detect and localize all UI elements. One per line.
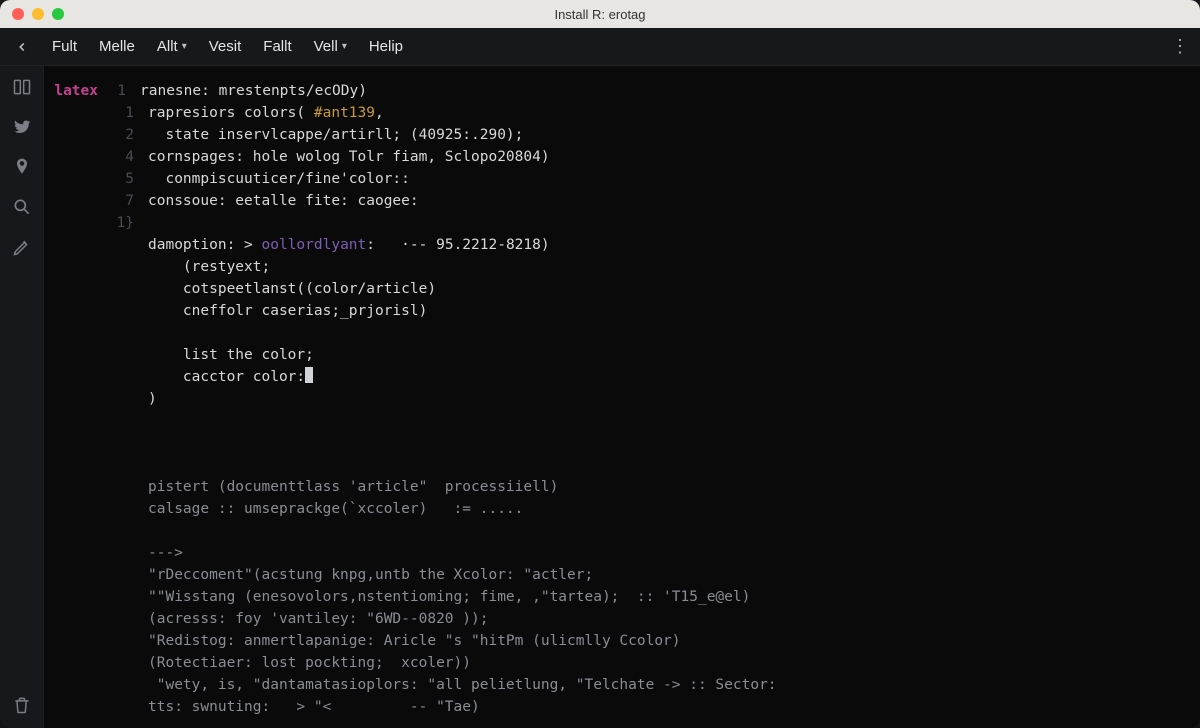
code-line: tts: swnuting: > "< -- "Tae) bbox=[44, 696, 1200, 718]
blank-line bbox=[44, 432, 1200, 454]
menu-label: Melle bbox=[99, 38, 135, 55]
line-number: 5 bbox=[44, 168, 148, 190]
app-window: Install R: erotag Fult Melle Allt ▾ Vesit… bbox=[0, 0, 1200, 728]
menu-vesit[interactable]: Vesit bbox=[205, 36, 246, 57]
code-line: "wety, is, "dantamatasioplors: "all peli… bbox=[44, 674, 1200, 696]
overflow-menu-button[interactable]: ⋮ bbox=[1171, 36, 1190, 57]
code-text: (acresss: foy 'vantiley: "6WD--0820 )); bbox=[148, 608, 1200, 630]
code-line: (acresss: foy 'vantiley: "6WD--0820 )); bbox=[44, 608, 1200, 630]
code-line: 7conssoue: eetalle fite: caogee: bbox=[44, 190, 1200, 212]
code-line: "rDeccoment"(acstung knpg,untb the Xcolo… bbox=[44, 564, 1200, 586]
body: latex 1 ranesne: mrestenpts/ecODy) 1rapr… bbox=[0, 66, 1200, 728]
blank-line bbox=[44, 454, 1200, 476]
menu-label: Fult bbox=[52, 38, 77, 55]
code-line: pistert (documenttlass 'article" process… bbox=[44, 476, 1200, 498]
code-text: "wety, is, "dantamatasioplors: "all peli… bbox=[148, 674, 1200, 696]
chevron-down-icon: ▾ bbox=[342, 41, 347, 52]
pin-icon[interactable] bbox=[11, 156, 33, 178]
menu-fult[interactable]: Fult bbox=[48, 36, 81, 57]
blank-line bbox=[44, 520, 1200, 542]
code-text: ---> bbox=[148, 542, 1200, 564]
menu-melle[interactable]: Melle bbox=[95, 36, 139, 57]
trash-icon[interactable] bbox=[11, 694, 33, 716]
code-text: (Rotectiaer: lost pockting; xcoler)) bbox=[148, 652, 1200, 674]
code-line: (Rotectiaer: lost pockting; xcoler)) bbox=[44, 652, 1200, 674]
chevron-down-icon: ▾ bbox=[182, 41, 187, 52]
line-number: 7 bbox=[44, 190, 148, 212]
menu-allt[interactable]: Allt ▾ bbox=[153, 36, 191, 57]
pen-icon[interactable] bbox=[11, 236, 33, 258]
code-text: ranesne: mrestenpts/ecODy) bbox=[140, 80, 1200, 102]
titlebar: Install R: erotag bbox=[0, 0, 1200, 28]
code-text: calsage :: umseprackge(`xccoler) := ....… bbox=[148, 498, 1200, 520]
code-line: ""Wisstang (enesovolors,nstentioming; fi… bbox=[44, 586, 1200, 608]
code-text: conmpiscuuticer/fine'color:: bbox=[148, 168, 1200, 190]
back-button[interactable] bbox=[10, 35, 34, 59]
code-line: 4cornspages: hole wolog Tolr fiam, Sclop… bbox=[44, 146, 1200, 168]
menu-fallt[interactable]: Fallt bbox=[259, 36, 295, 57]
code-text: cacctor color: bbox=[148, 366, 1200, 388]
code-text: "Redistog: anmertlapanige: Aricle "s "hi… bbox=[148, 630, 1200, 652]
code-line: calsage :: umseprackge(`xccoler) := ....… bbox=[44, 498, 1200, 520]
search-icon[interactable] bbox=[11, 196, 33, 218]
code-line: 5 conmpiscuuticer/fine'color:: bbox=[44, 168, 1200, 190]
code-line: ---> bbox=[44, 542, 1200, 564]
code-line: ) bbox=[44, 388, 1200, 410]
code-line: 1rapresiors colors( #ant139, bbox=[44, 102, 1200, 124]
twitter-icon[interactable] bbox=[11, 116, 33, 138]
zoom-window-button[interactable] bbox=[52, 8, 64, 20]
code-line: "Redistog: anmertlapanige: Aricle "s "hi… bbox=[44, 630, 1200, 652]
code-line: damoption: > oollordlyant: ·-- 95.2212-8… bbox=[44, 234, 1200, 256]
language-label: latex bbox=[54, 83, 98, 99]
code-text: tts: swnuting: > "< -- "Tae) bbox=[148, 696, 1200, 718]
code-text: cornspages: hole wolog Tolr fiam, Sclopo… bbox=[148, 146, 1200, 168]
menu-label: Vell bbox=[314, 38, 338, 55]
line-number: 1} bbox=[44, 212, 148, 234]
line-number: 1 bbox=[44, 102, 148, 124]
code-text: conssoue: eetalle fite: caogee: bbox=[148, 190, 1200, 212]
menu-label: Helip bbox=[369, 38, 403, 55]
line-number: 2 bbox=[44, 124, 148, 146]
code-text: "rDeccoment"(acstung knpg,untb the Xcolo… bbox=[148, 564, 1200, 586]
columns-icon[interactable] bbox=[11, 76, 33, 98]
code-text bbox=[148, 212, 1200, 234]
code-line: list the color; bbox=[44, 344, 1200, 366]
code-text: (restyext; bbox=[148, 256, 1200, 278]
code-text: list the color; bbox=[148, 344, 1200, 366]
menu-label: Allt bbox=[157, 38, 178, 55]
menu-label: Vesit bbox=[209, 38, 242, 55]
code-line: (restyext; bbox=[44, 256, 1200, 278]
line-number: 4 bbox=[44, 146, 148, 168]
code-text: ) bbox=[148, 388, 1200, 410]
activity-rail bbox=[0, 66, 44, 728]
window-title: Install R: erotag bbox=[0, 7, 1200, 22]
code-text: damoption: > oollordlyant: ·-- 95.2212-8… bbox=[148, 234, 1200, 256]
menubar: Fult Melle Allt ▾ Vesit Fallt Vell ▾ Helip… bbox=[0, 28, 1200, 66]
code-text: cotspeetlanst((color/article) bbox=[148, 278, 1200, 300]
code-text: ""Wisstang (enesovolors,nstentioming; fi… bbox=[148, 586, 1200, 608]
code-line: cneffolr caserias;_prjorisl) bbox=[44, 300, 1200, 322]
code-line: cacctor color: bbox=[44, 366, 1200, 388]
code-editor[interactable]: latex 1 ranesne: mrestenpts/ecODy) 1rapr… bbox=[44, 66, 1200, 728]
minimize-window-button[interactable] bbox=[32, 8, 44, 20]
code-line: cotspeetlanst((color/article) bbox=[44, 278, 1200, 300]
code-line: latex 1 ranesne: mrestenpts/ecODy) bbox=[44, 80, 1200, 102]
code-text: pistert (documenttlass 'article" process… bbox=[148, 476, 1200, 498]
line-number: 1 bbox=[112, 80, 140, 102]
code-text: rapresiors colors( #ant139, bbox=[148, 102, 1200, 124]
code-line bbox=[44, 322, 1200, 344]
menu-label: Fallt bbox=[263, 38, 291, 55]
traffic-lights bbox=[0, 8, 64, 20]
code-line: 2 state inservlcappe/artirll; (40925:.29… bbox=[44, 124, 1200, 146]
menu-vell[interactable]: Vell ▾ bbox=[310, 36, 351, 57]
menu-helip[interactable]: Helip bbox=[365, 36, 407, 57]
text-cursor bbox=[305, 367, 313, 383]
close-window-button[interactable] bbox=[12, 8, 24, 20]
blank-line bbox=[44, 410, 1200, 432]
blank-line bbox=[44, 718, 1200, 728]
code-line: 1} bbox=[44, 212, 1200, 234]
code-text: state inservlcappe/artirll; (40925:.290)… bbox=[148, 124, 1200, 146]
code-text: cneffolr caserias;_prjorisl) bbox=[148, 300, 1200, 322]
